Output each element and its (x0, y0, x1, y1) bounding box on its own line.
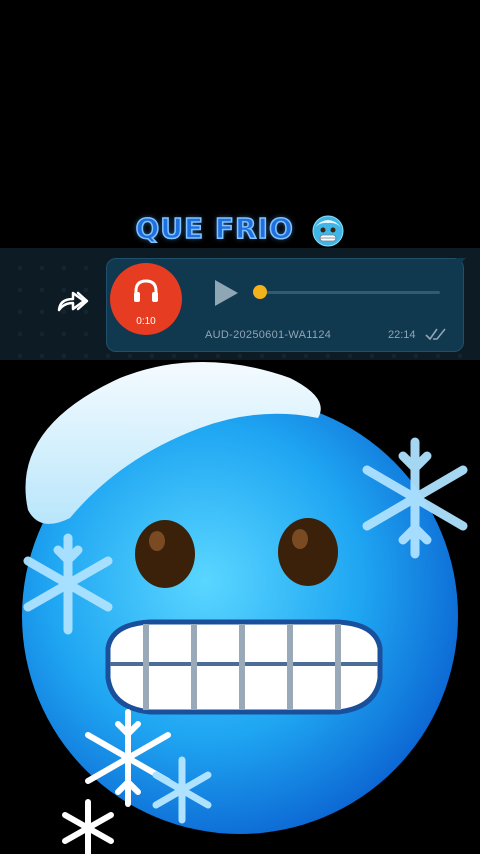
caption-text: QUE FRIO (135, 211, 294, 246)
cold-face-emoji-icon (312, 215, 344, 247)
audio-progress-knob[interactable] (253, 285, 267, 299)
bubble-tail (456, 258, 466, 268)
double-check-icon (425, 328, 446, 341)
audio-duration: 0:10 (136, 316, 156, 327)
caption-title: QUE FRIO (0, 211, 480, 247)
message-time: 22:14 (388, 329, 416, 341)
audio-avatar: 0:10 (110, 263, 182, 335)
play-icon[interactable] (212, 278, 240, 308)
forward-icon[interactable] (56, 288, 90, 314)
audio-progress-track[interactable] (258, 291, 440, 294)
audio-filename: AUD-20250601-WA1124 (205, 329, 332, 341)
cold-face-emoji-artwork (22, 362, 468, 854)
headphones-icon (134, 279, 158, 302)
